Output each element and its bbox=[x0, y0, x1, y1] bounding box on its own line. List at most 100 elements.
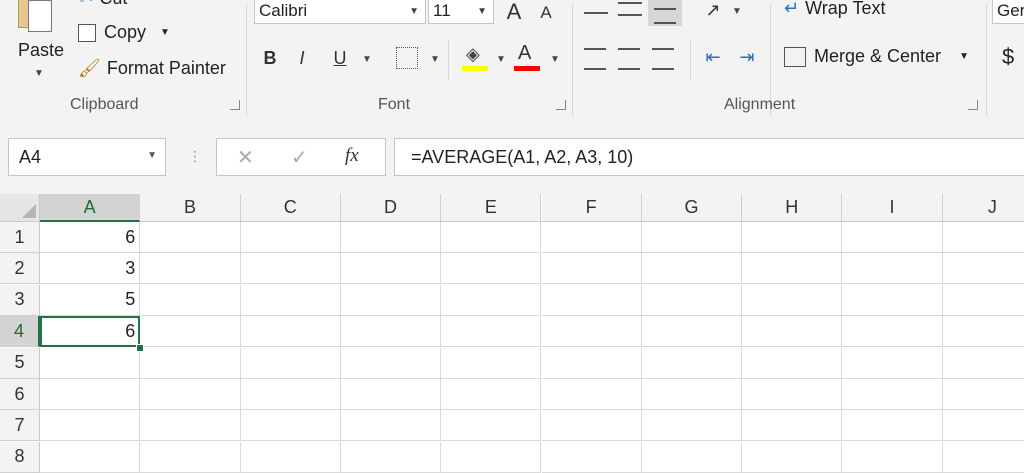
column-header-b[interactable]: B bbox=[140, 194, 241, 222]
cell-c7[interactable] bbox=[240, 410, 341, 442]
cell-a8[interactable] bbox=[40, 441, 141, 473]
column-header-i[interactable]: I bbox=[842, 194, 943, 222]
middle-align-icon[interactable] bbox=[618, 2, 642, 16]
cell-b2[interactable] bbox=[140, 253, 241, 285]
underline-button[interactable]: U bbox=[328, 44, 352, 72]
cell-a6[interactable] bbox=[40, 379, 141, 410]
cell-e4[interactable] bbox=[441, 316, 542, 348]
cell-f7[interactable] bbox=[541, 410, 642, 442]
orientation-icon[interactable]: ↗ bbox=[700, 0, 726, 22]
cell-g7[interactable] bbox=[641, 410, 743, 442]
cell-g5[interactable] bbox=[641, 347, 743, 379]
cell-b3[interactable] bbox=[140, 284, 241, 316]
merge-center-button[interactable]: Merge & Center ▼ bbox=[784, 46, 969, 67]
cell-j8[interactable] bbox=[942, 441, 1024, 473]
cell-f1[interactable] bbox=[541, 222, 642, 253]
cell-f3[interactable] bbox=[541, 284, 642, 316]
chevron-down-icon[interactable]: ▼ bbox=[409, 6, 419, 17]
paste-button[interactable]: Paste bbox=[18, 40, 64, 61]
cancel-icon[interactable]: ✕ bbox=[237, 145, 254, 170]
cell-i5[interactable] bbox=[842, 347, 943, 379]
row-header-2[interactable]: 2 bbox=[0, 253, 40, 285]
cell-d2[interactable] bbox=[340, 253, 442, 285]
chevron-down-icon[interactable]: ▼ bbox=[147, 150, 157, 161]
cell-i4[interactable] bbox=[842, 316, 943, 348]
cell-e6[interactable] bbox=[441, 379, 542, 410]
cell-g1[interactable] bbox=[641, 222, 743, 253]
cell-h6[interactable] bbox=[742, 379, 843, 410]
merge-dropdown-icon[interactable]: ▼ bbox=[959, 51, 969, 62]
italic-button[interactable]: I bbox=[290, 44, 314, 72]
cell-j3[interactable] bbox=[942, 284, 1024, 316]
cell-a3[interactable]: 5 bbox=[40, 284, 141, 316]
cell-h5[interactable] bbox=[742, 347, 843, 379]
cell-h7[interactable] bbox=[742, 410, 843, 442]
paste-icon[interactable] bbox=[18, 0, 52, 32]
row-header-1[interactable]: 1 bbox=[0, 222, 40, 253]
fill-color-dropdown-icon[interactable]: ▼ bbox=[496, 54, 506, 65]
font-color-dropdown-icon[interactable]: ▼ bbox=[550, 54, 560, 65]
formula-input[interactable]: =AVERAGE(A1, A2, A3, 10) bbox=[394, 138, 1024, 176]
cell-b1[interactable] bbox=[140, 222, 241, 253]
underline-dropdown-icon[interactable]: ▼ bbox=[362, 54, 372, 65]
row-header-7[interactable]: 7 bbox=[0, 410, 40, 442]
column-header-e[interactable]: E bbox=[441, 194, 542, 222]
column-header-a[interactable]: A bbox=[40, 194, 141, 222]
cell-j5[interactable] bbox=[942, 347, 1024, 379]
cell-c4[interactable] bbox=[240, 316, 341, 348]
cell-d1[interactable] bbox=[340, 222, 442, 253]
row-header-5[interactable]: 5 bbox=[0, 347, 40, 379]
column-header-g[interactable]: G bbox=[641, 194, 743, 222]
column-header-j[interactable]: J bbox=[942, 194, 1024, 222]
cell-b6[interactable] bbox=[140, 379, 241, 410]
cell-j4[interactable] bbox=[942, 316, 1024, 348]
column-header-h[interactable]: H bbox=[742, 194, 843, 222]
insert-function-icon[interactable]: fx bbox=[345, 145, 359, 167]
font-color-icon[interactable]: A bbox=[514, 42, 540, 72]
cell-g4[interactable] bbox=[641, 316, 743, 348]
cell-a1[interactable]: 6 bbox=[40, 222, 141, 253]
cell-c6[interactable] bbox=[240, 379, 341, 410]
cell-b5[interactable] bbox=[140, 347, 241, 379]
fill-color-icon[interactable]: ◈ bbox=[462, 44, 488, 72]
font-size-combo[interactable]: 11 ▼ bbox=[428, 0, 494, 24]
cell-f4[interactable] bbox=[541, 316, 642, 348]
cell-j1[interactable] bbox=[942, 222, 1024, 253]
cell-h1[interactable] bbox=[742, 222, 843, 253]
number-format-combo[interactable]: Ger bbox=[992, 0, 1024, 24]
row-header-8[interactable]: 8 bbox=[0, 441, 40, 473]
cell-d7[interactable] bbox=[340, 410, 442, 442]
cell-d5[interactable] bbox=[340, 347, 442, 379]
increase-indent-icon[interactable]: ⇥ bbox=[734, 44, 760, 70]
cell-f6[interactable] bbox=[541, 379, 642, 410]
cell-g6[interactable] bbox=[641, 379, 743, 410]
cell-d4[interactable] bbox=[340, 316, 442, 348]
cell-e1[interactable] bbox=[441, 222, 542, 253]
cell-a2[interactable]: 3 bbox=[40, 253, 141, 285]
cell-a7[interactable] bbox=[40, 410, 141, 442]
cell-i2[interactable] bbox=[842, 253, 943, 285]
cell-i3[interactable] bbox=[842, 284, 943, 316]
cell-h4[interactable] bbox=[742, 316, 843, 348]
borders-icon[interactable] bbox=[396, 47, 418, 69]
cell-a5[interactable] bbox=[40, 347, 141, 379]
paste-dropdown-icon[interactable]: ▼ bbox=[34, 68, 44, 79]
wrap-text-button[interactable]: ↵ Wrap Text bbox=[784, 0, 885, 19]
copy-button[interactable]: Copy ▼ bbox=[78, 22, 170, 43]
increase-font-size-icon[interactable]: A bbox=[502, 0, 526, 24]
decrease-indent-icon[interactable]: ⇤ bbox=[700, 44, 726, 70]
decrease-font-size-icon[interactable]: A bbox=[536, 2, 556, 24]
cell-i6[interactable] bbox=[842, 379, 943, 410]
chevron-down-icon[interactable]: ▼ bbox=[477, 6, 487, 17]
font-launcher-icon[interactable] bbox=[556, 100, 566, 110]
cell-b7[interactable] bbox=[140, 410, 241, 442]
cell-e3[interactable] bbox=[441, 284, 542, 316]
cell-c2[interactable] bbox=[240, 253, 341, 285]
fill-handle[interactable] bbox=[136, 343, 145, 352]
cell-e8[interactable] bbox=[441, 441, 542, 473]
enter-icon[interactable]: ✓ bbox=[291, 145, 308, 170]
align-center-icon[interactable] bbox=[618, 48, 640, 70]
cell-f5[interactable] bbox=[541, 347, 642, 379]
cell-b8[interactable] bbox=[140, 441, 241, 473]
cell-f8[interactable] bbox=[541, 441, 642, 473]
